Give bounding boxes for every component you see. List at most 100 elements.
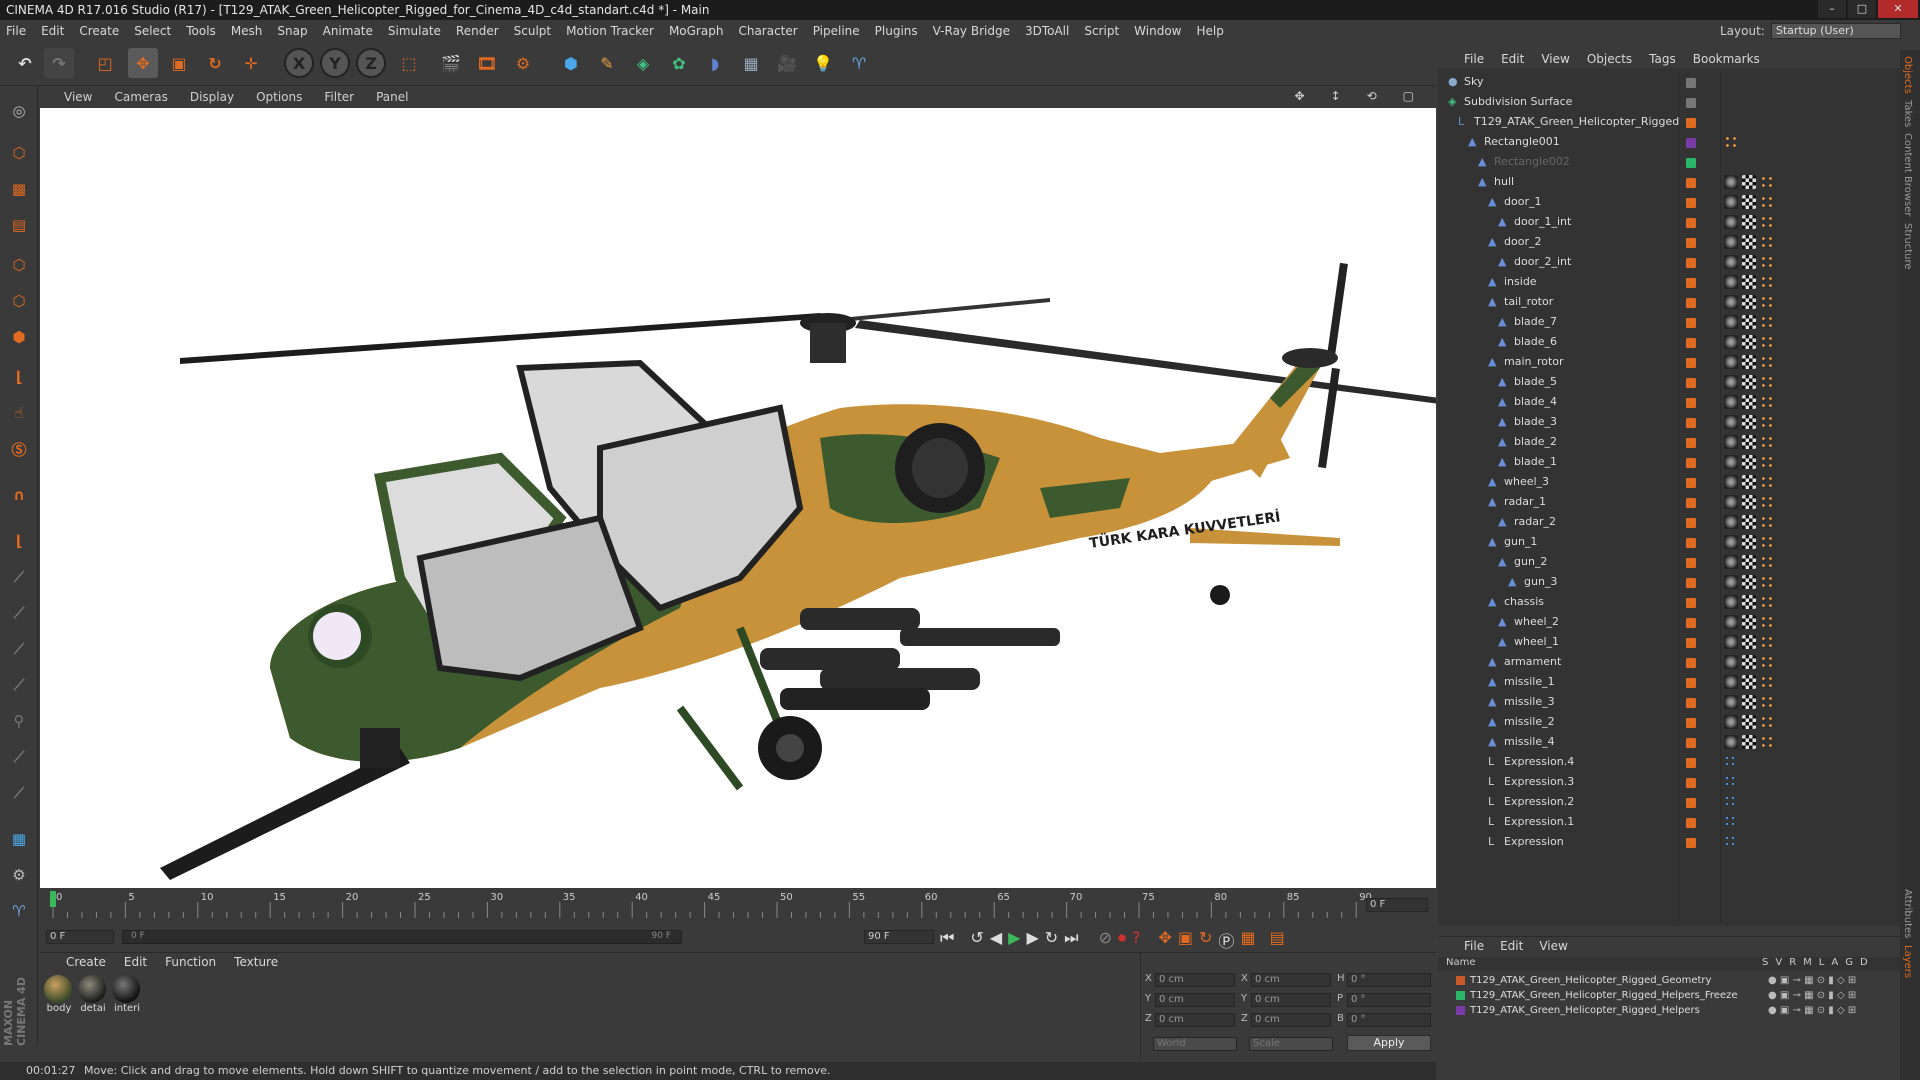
weight-tag-icon[interactable] <box>1760 335 1774 349</box>
layer-color-icon[interactable] <box>1686 658 1696 668</box>
layout-dropdown[interactable]: Startup (User) <box>1770 23 1901 39</box>
layer-color-icon[interactable] <box>1686 278 1696 288</box>
edges-mode-icon[interactable]: ⬡ <box>4 286 34 316</box>
layer-toggle-icons[interactable]: ● ▣ ⊸ ▦ ⊙ ▮ ◇ ⊞ <box>1768 988 1856 1003</box>
weight-tag-icon[interactable] <box>1760 735 1774 749</box>
object-name[interactable]: Expression.1 <box>1504 812 1574 832</box>
object-row[interactable]: ▲ gun_2 <box>1438 552 1900 572</box>
tab-objects[interactable]: Objects <box>1902 56 1913 94</box>
layer-toggle-icons[interactable]: ● ▣ ⊸ ▦ ⊙ ▮ ◇ ⊞ <box>1768 1003 1856 1018</box>
texture-tag-icon[interactable] <box>1742 615 1756 629</box>
material-tag-icon[interactable] <box>1724 175 1738 189</box>
world-dropdown[interactable]: World <box>1153 1037 1237 1051</box>
prev-key-icon[interactable]: ↺ <box>970 928 983 952</box>
subdivision-surface-icon[interactable]: ◈ <box>628 48 658 78</box>
object-row[interactable]: ▲ tail_rotor <box>1438 292 1900 312</box>
weight-tag-icon[interactable] <box>1760 375 1774 389</box>
material-tag-icon[interactable] <box>1724 535 1738 549</box>
object-name[interactable]: T129_ATAK_Green_Helicopter_Rigged <box>1474 112 1679 132</box>
material-tag-icon[interactable] <box>1724 515 1738 529</box>
object-name[interactable]: blade_2 <box>1514 432 1557 452</box>
coord-pos-field[interactable]: 0 cm <box>1155 1013 1235 1027</box>
tab-structure[interactable]: Structure <box>1902 223 1913 270</box>
go-to-start-icon[interactable]: ⏮ <box>940 928 954 952</box>
recent-tool-icon[interactable]: ✛ <box>236 48 266 78</box>
layer-color-icon[interactable] <box>1686 698 1696 708</box>
layer-color-icon[interactable] <box>1686 558 1696 568</box>
object-name[interactable]: blade_4 <box>1514 392 1557 412</box>
material-tag-icon[interactable] <box>1724 615 1738 629</box>
axis-mode-icon[interactable]: ⌊ <box>4 362 34 392</box>
python-icon[interactable]: ♈ <box>844 48 874 78</box>
layer-col-header[interactable]: V <box>1775 957 1782 968</box>
weight-tag-icon[interactable] <box>1760 235 1774 249</box>
menu-plugins[interactable]: Plugins <box>875 24 918 38</box>
menu-pipeline[interactable]: Pipeline <box>813 24 860 38</box>
object-name[interactable]: chassis <box>1504 592 1544 612</box>
texture-tag-icon[interactable] <box>1742 735 1756 749</box>
texture-tag-icon[interactable] <box>1742 435 1756 449</box>
object-row[interactable]: ▲ missile_1 <box>1438 672 1900 692</box>
snap-icon[interactable]: Ⓢ <box>4 434 34 464</box>
layer-color-icon[interactable] <box>1686 638 1696 648</box>
object-row[interactable]: L Expression.4 <box>1438 752 1900 772</box>
tab-layers[interactable]: Layers <box>1902 945 1913 978</box>
expression-tag-icon[interactable] <box>1724 835 1738 849</box>
material-menu-texture[interactable]: Texture <box>234 955 278 969</box>
weight-tag-icon[interactable] <box>1724 135 1738 149</box>
layer-color-icon[interactable] <box>1686 838 1696 848</box>
texture-tag-icon[interactable] <box>1742 235 1756 249</box>
layer-col-header[interactable]: D <box>1860 957 1868 968</box>
texture-tag-icon[interactable] <box>1742 295 1756 309</box>
texture-tag-icon[interactable] <box>1742 215 1756 229</box>
layer-color-icon[interactable] <box>1686 818 1696 828</box>
tab-content-browser[interactable]: Content Browser <box>1902 133 1913 216</box>
menu-help[interactable]: Help <box>1196 24 1223 38</box>
texture-tag-icon[interactable] <box>1742 575 1756 589</box>
menu-create[interactable]: Create <box>79 24 119 38</box>
tab-takes[interactable]: Takes <box>1902 100 1913 127</box>
polygons-mode-icon[interactable]: ⬢ <box>4 322 34 352</box>
object-row[interactable]: L Expression <box>1438 832 1900 852</box>
layer-toggle-icons[interactable]: ● ▣ ⊸ ▦ ⊙ ▮ ◇ ⊞ <box>1768 973 1856 988</box>
coordinate-system-icon[interactable]: ⬚ <box>394 48 424 78</box>
orbit-icon[interactable]: ⟲ <box>1367 89 1377 103</box>
object-row[interactable]: ▲ gun_3 <box>1438 572 1900 592</box>
layer-color-icon[interactable] <box>1686 418 1696 428</box>
obj-menu-tags[interactable]: Tags <box>1649 52 1676 66</box>
texture-tag-icon[interactable] <box>1742 495 1756 509</box>
weight-tag-icon[interactable] <box>1760 715 1774 729</box>
material-tag-icon[interactable] <box>1724 375 1738 389</box>
layer-color-icon[interactable] <box>1686 98 1696 108</box>
layer-color-icon[interactable] <box>1686 598 1696 608</box>
layer-color-icon[interactable] <box>1686 238 1696 248</box>
weight-tag-icon[interactable] <box>1760 315 1774 329</box>
render-view-icon[interactable]: 🎬 <box>436 48 466 78</box>
viewport-menu-options[interactable]: Options <box>256 90 302 104</box>
layer-name[interactable]: T129_ATAK_Green_Helicopter_Rigged_Helper… <box>1470 988 1737 1003</box>
next-key-icon[interactable]: ↻ <box>1045 928 1058 952</box>
python-script-icon[interactable]: ♈ <box>4 896 34 926</box>
object-row[interactable]: ▲ blade_7 <box>1438 312 1900 332</box>
maximize-button[interactable]: □ <box>1848 0 1876 18</box>
weight-tag-icon[interactable] <box>1760 595 1774 609</box>
obj-menu-file[interactable]: File <box>1464 52 1484 66</box>
object-row[interactable]: ▲ missile_3 <box>1438 692 1900 712</box>
material-tag-icon[interactable] <box>1724 675 1738 689</box>
weight-tag-icon[interactable] <box>1760 195 1774 209</box>
object-row[interactable]: ▲ gun_1 <box>1438 532 1900 552</box>
texture-tag-icon[interactable] <box>1742 515 1756 529</box>
menu-file[interactable]: File <box>6 24 26 38</box>
coord-pos-field[interactable]: 0 cm <box>1155 993 1235 1007</box>
material-menu-function[interactable]: Function <box>165 955 216 969</box>
coord-size-field[interactable]: 0 cm <box>1251 993 1331 1007</box>
deformer-icon[interactable]: ◗ <box>700 48 730 78</box>
object-name[interactable]: missile_3 <box>1504 692 1555 712</box>
material-tag-icon[interactable] <box>1724 455 1738 469</box>
material-tag-icon[interactable] <box>1724 635 1738 649</box>
object-row[interactable]: L T129_ATAK_Green_Helicopter_Rigged <box>1438 112 1900 132</box>
points-mode-icon[interactable]: ⬡ <box>4 250 34 280</box>
object-name[interactable]: blade_3 <box>1514 412 1557 432</box>
key-scale-icon[interactable]: ▣ <box>1178 928 1193 952</box>
material-tag-icon[interactable] <box>1724 235 1738 249</box>
